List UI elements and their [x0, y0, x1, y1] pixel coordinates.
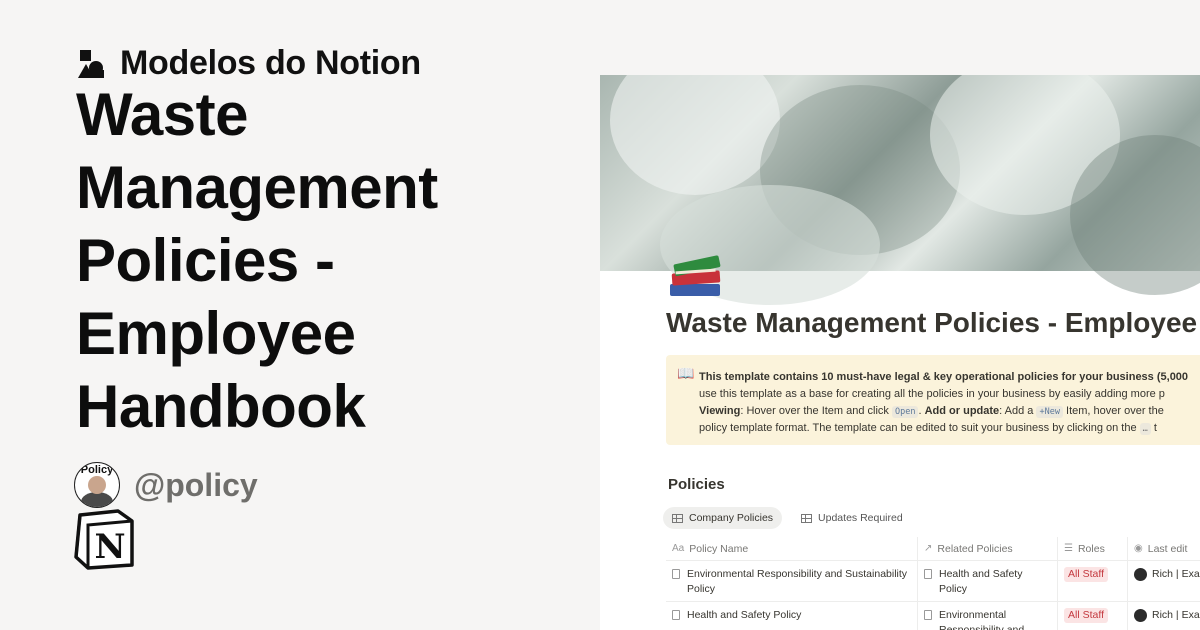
column-label: Related Policies — [937, 542, 1013, 555]
callout-text-segment: Item, hover over the — [1062, 404, 1164, 417]
column-header-last-edit[interactable]: ◉ Last edit — [1128, 537, 1200, 560]
callout-text: This template contains 10 must-have lega… — [699, 369, 1188, 438]
author[interactable]: Policy @policy — [74, 462, 258, 508]
policies-table: Aa Policy Name ↗ Related Policies ☰ Roles ◉… — [666, 537, 1200, 630]
tab-company-policies[interactable]: Company Policies — [663, 507, 783, 529]
new-code: +New — [1036, 405, 1063, 418]
roles-cell[interactable]: All Staff — [1058, 602, 1128, 630]
role-tag: All Staff — [1064, 567, 1108, 582]
author-handle[interactable]: @policy — [134, 467, 258, 504]
avatar-shirt — [81, 492, 113, 507]
preview-page-title: Waste Management Policies - Employee Han… — [666, 307, 1200, 338]
table-row[interactable]: Health and Safety Policy Environmental R… — [666, 602, 1200, 630]
policy-name-cell[interactable]: Health and Safety Policy — [666, 602, 918, 630]
page-icon — [924, 610, 932, 620]
books-icon — [670, 255, 721, 296]
tab-updates-required[interactable]: Updates Required — [792, 507, 912, 529]
column-label: Roles — [1077, 542, 1105, 555]
table-icon — [801, 513, 813, 523]
open-code: Open — [892, 405, 919, 418]
related-policy-cell[interactable]: Health and Safety Policy — [918, 561, 1058, 601]
callout-text-segment: : Add a — [999, 404, 1037, 417]
page-icon — [672, 610, 680, 620]
notion-page-preview: Waste Management Policies - Employee Han… — [600, 75, 1200, 630]
avatar-caption: Policy — [80, 464, 114, 476]
page-icon — [924, 569, 932, 579]
user-avatar — [1134, 568, 1147, 581]
table-icon — [672, 513, 683, 523]
column-header-policy-name[interactable]: Aa Policy Name — [666, 537, 918, 560]
last-edit-cell: Rich | Exar — [1128, 561, 1200, 601]
table-header: Aa Policy Name ↗ Related Policies ☰ Roles ◉… — [666, 537, 1200, 561]
callout-text-segment: t — [1150, 422, 1157, 435]
list-icon: ☰ — [1064, 543, 1073, 554]
related-policy-cell[interactable]: Environmental Responsibility and — [918, 602, 1058, 630]
role-tag: All Staff — [1064, 608, 1108, 623]
callout: 📖 This template contains 10 must-have le… — [666, 355, 1200, 445]
relation-arrow-icon: ↗ — [924, 543, 933, 554]
page-icon — [672, 569, 680, 579]
last-edit-user: Rich | Exar — [1152, 568, 1200, 580]
callout-line-1: This template contains 10 must-have lega… — [699, 371, 1189, 383]
notion-logo-icon: N — [74, 509, 134, 570]
callout-text-segment: : Hover over the Item and click — [740, 404, 892, 417]
column-header-related-policies[interactable]: ↗ Related Policies — [918, 537, 1058, 560]
page-title: Waste Management Policies - Employee Han… — [76, 81, 438, 440]
person-icon: ◉ — [1134, 543, 1143, 554]
text-property-icon: Aa — [672, 543, 685, 554]
last-edit-user: Rich | Exar — [1152, 609, 1200, 621]
column-header-roles[interactable]: ☰ Roles — [1058, 537, 1128, 560]
last-edit-cell: Rich | Exar — [1128, 602, 1200, 630]
notion-logo-letter: N — [94, 527, 125, 567]
section-title: Policies — [668, 476, 725, 493]
user-avatar — [1134, 609, 1147, 622]
policy-name: Environmental Responsibility and Sustain… — [687, 568, 908, 595]
avatar[interactable]: Policy — [74, 462, 120, 508]
policy-name-cell[interactable]: Environmental Responsibility and Sustain… — [666, 561, 918, 601]
open-book-icon: 📖 — [677, 365, 695, 381]
tab-label: Updates Required — [818, 512, 903, 524]
table-row[interactable]: Environmental Responsibility and Sustain… — [666, 561, 1200, 602]
avatar-face — [88, 476, 106, 494]
add-update-label: Add or update — [924, 404, 1000, 417]
policy-name: Health and Safety Policy — [687, 609, 802, 621]
more-code: … — [1139, 423, 1151, 436]
column-label: Policy Name — [689, 542, 749, 555]
callout-line-2: use this template as a base for creating… — [699, 387, 1165, 400]
roles-cell[interactable]: All Staff — [1058, 561, 1128, 601]
related-policy: Environmental Responsibility and — [939, 609, 1025, 630]
tab-label: Company Policies — [689, 512, 774, 524]
view-tabs: Company Policies Updates Required — [663, 507, 912, 529]
viewing-label: Viewing — [699, 404, 741, 417]
callout-line-4: policy template format. The template can… — [699, 422, 1140, 435]
column-label: Last edit — [1147, 542, 1188, 555]
notion-shapes-icon — [78, 49, 104, 78]
related-policy: Health and Safety Policy — [939, 568, 1023, 595]
